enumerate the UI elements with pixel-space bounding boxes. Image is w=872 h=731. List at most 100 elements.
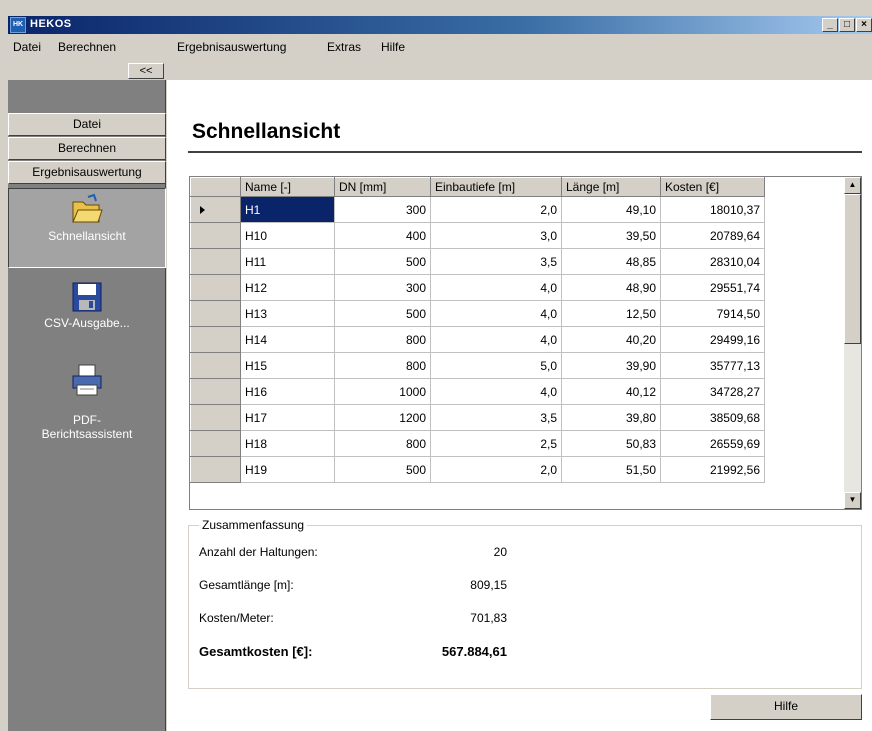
cell-name[interactable]: H11	[240, 248, 335, 275]
cell-dn[interactable]: 500	[334, 456, 431, 483]
cell-dn[interactable]: 400	[334, 222, 431, 249]
cell-name[interactable]: H18	[240, 430, 335, 457]
table-row[interactable]: H18 800 2,5 50,83 26559,69	[190, 430, 845, 457]
cell-einbautiefe[interactable]: 2,0	[430, 456, 562, 483]
cell-dn[interactable]: 800	[334, 430, 431, 457]
cell-kosten[interactable]: 35777,13	[660, 352, 765, 379]
cell-name[interactable]: H10	[240, 222, 335, 249]
cell-kosten[interactable]: 28310,04	[660, 248, 765, 275]
minimize-icon[interactable]: _	[822, 18, 838, 32]
cell-name[interactable]: H19	[240, 456, 335, 483]
sidebar-group-ergebnisauswertung[interactable]: Ergebnisauswertung	[8, 161, 166, 184]
cell-dn[interactable]: 800	[334, 326, 431, 353]
title-bar[interactable]: HK HEKOS _ □ ×	[8, 16, 872, 34]
cell-name[interactable]: H16	[240, 378, 335, 405]
cell-name[interactable]: H13	[240, 300, 335, 327]
cell-kosten[interactable]: 34728,27	[660, 378, 765, 405]
row-selector[interactable]	[190, 326, 241, 353]
cell-laenge[interactable]: 39,90	[561, 352, 661, 379]
table-row[interactable]: H15 800 5,0 39,90 35777,13	[190, 352, 845, 379]
cell-laenge[interactable]: 12,50	[561, 300, 661, 327]
cell-laenge[interactable]: 40,20	[561, 326, 661, 353]
scroll-up-icon[interactable]: ▲	[844, 177, 861, 194]
tool-schnellansicht[interactable]: Schnellansicht	[8, 188, 166, 268]
cell-einbautiefe[interactable]: 4,0	[430, 300, 562, 327]
cell-dn[interactable]: 500	[334, 248, 431, 275]
table-row[interactable]: H13 500 4,0 12,50 7914,50	[190, 300, 845, 327]
cell-einbautiefe[interactable]: 3,5	[430, 248, 562, 275]
table-row[interactable]: H12 300 4,0 48,90 29551,74	[190, 274, 845, 301]
close-icon[interactable]: ×	[856, 18, 872, 32]
row-selector[interactable]	[190, 456, 241, 483]
scrollbar-thumb[interactable]	[844, 194, 861, 344]
cell-dn[interactable]: 800	[334, 352, 431, 379]
cell-laenge[interactable]: 39,50	[561, 222, 661, 249]
sidebar-group-berechnen[interactable]: Berechnen	[8, 137, 166, 160]
sidebar-group-datei[interactable]: Datei	[8, 113, 166, 136]
table-row[interactable]: H19 500 2,0 51,50 21992,56	[190, 456, 845, 483]
cell-laenge[interactable]: 50,83	[561, 430, 661, 457]
vertical-scrollbar[interactable]: ▲ ▼	[844, 177, 861, 509]
cell-dn[interactable]: 500	[334, 300, 431, 327]
cell-einbautiefe[interactable]: 3,5	[430, 404, 562, 431]
cell-kosten[interactable]: 29551,74	[660, 274, 765, 301]
tool-pdf-berichtsassistent[interactable]: PDF- Berichtsassistent	[8, 345, 166, 441]
table-row[interactable]: H11 500 3,5 48,85 28310,04	[190, 248, 845, 275]
cell-laenge[interactable]: 48,85	[561, 248, 661, 275]
column-header-dn[interactable]: DN [mm]	[334, 177, 431, 197]
row-selector[interactable]	[190, 352, 241, 379]
cell-einbautiefe[interactable]: 4,0	[430, 326, 562, 353]
cell-laenge[interactable]: 40,12	[561, 378, 661, 405]
menu-extras[interactable]: Extras	[327, 40, 361, 54]
cell-kosten[interactable]: 21992,56	[660, 456, 765, 483]
cell-dn[interactable]: 300	[334, 196, 431, 223]
cell-name[interactable]: H14	[240, 326, 335, 353]
menu-ergebnisauswertung[interactable]: Ergebnisauswertung	[177, 40, 286, 54]
column-header-name[interactable]: Name [-]	[240, 177, 335, 197]
cell-kosten[interactable]: 26559,69	[660, 430, 765, 457]
cell-laenge[interactable]: 39,80	[561, 404, 661, 431]
cell-name[interactable]: H15	[240, 352, 335, 379]
cell-kosten[interactable]: 18010,37	[660, 196, 765, 223]
cell-kosten[interactable]: 38509,68	[660, 404, 765, 431]
table-row[interactable]: H17 1200 3,5 39,80 38509,68	[190, 404, 845, 431]
cell-kosten[interactable]: 7914,50	[660, 300, 765, 327]
row-selector[interactable]	[190, 248, 241, 275]
row-selector[interactable]	[190, 300, 241, 327]
row-selector[interactable]	[190, 430, 241, 457]
row-selector[interactable]	[190, 196, 241, 223]
row-selector[interactable]	[190, 404, 241, 431]
cell-einbautiefe[interactable]: 5,0	[430, 352, 562, 379]
scroll-down-icon[interactable]: ▼	[844, 492, 861, 509]
column-header-einbautiefe[interactable]: Einbautiefe [m]	[430, 177, 562, 197]
cell-kosten[interactable]: 29499,16	[660, 326, 765, 353]
row-selector[interactable]	[190, 378, 241, 405]
table-row[interactable]: H10 400 3,0 39,50 20789,64	[190, 222, 845, 249]
cell-laenge[interactable]: 51,50	[561, 456, 661, 483]
menu-hilfe[interactable]: Hilfe	[381, 40, 405, 54]
maximize-icon[interactable]: □	[839, 18, 855, 32]
cell-laenge[interactable]: 49,10	[561, 196, 661, 223]
collapse-sidebar-button[interactable]: <<	[128, 63, 164, 79]
cell-dn[interactable]: 1200	[334, 404, 431, 431]
cell-name[interactable]: H12	[240, 274, 335, 301]
cell-dn[interactable]: 300	[334, 274, 431, 301]
cell-dn[interactable]: 1000	[334, 378, 431, 405]
table-row[interactable]: H16 1000 4,0 40,12 34728,27	[190, 378, 845, 405]
table-row[interactable]: H14 800 4,0 40,20 29499,16	[190, 326, 845, 353]
tool-csv-ausgabe[interactable]: CSV-Ausgabe...	[8, 276, 166, 340]
row-selector[interactable]	[190, 274, 241, 301]
table-row[interactable]: H1 300 2,0 49,10 18010,37	[190, 196, 845, 223]
cell-name[interactable]: H1	[240, 196, 335, 223]
cell-einbautiefe[interactable]: 3,0	[430, 222, 562, 249]
cell-einbautiefe[interactable]: 4,0	[430, 274, 562, 301]
cell-kosten[interactable]: 20789,64	[660, 222, 765, 249]
row-selector[interactable]	[190, 222, 241, 249]
column-header-laenge[interactable]: Länge [m]	[561, 177, 661, 197]
menu-datei[interactable]: Datei	[13, 40, 41, 54]
cell-name[interactable]: H17	[240, 404, 335, 431]
cell-einbautiefe[interactable]: 4,0	[430, 378, 562, 405]
help-button[interactable]: Hilfe	[710, 694, 862, 720]
results-grid[interactable]: Name [-] DN [mm] Einbautiefe [m] Länge […	[189, 176, 862, 510]
cell-einbautiefe[interactable]: 2,0	[430, 196, 562, 223]
